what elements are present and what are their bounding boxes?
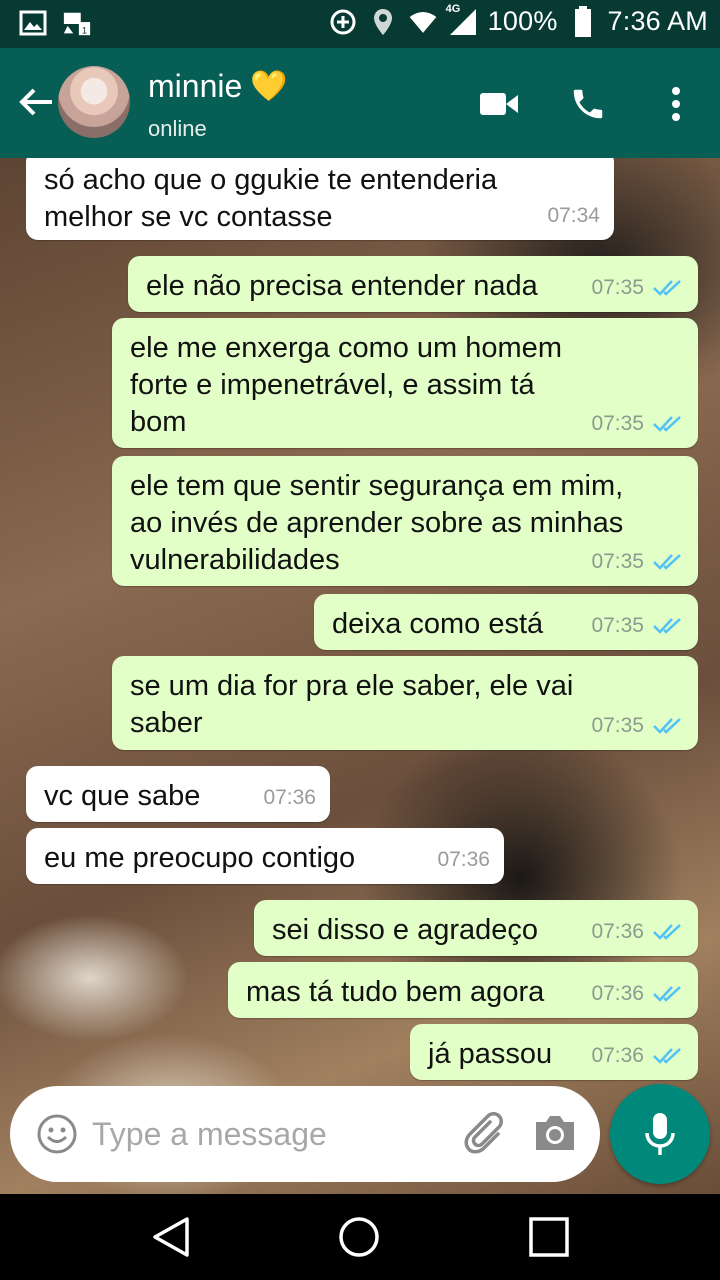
back-arrow-icon	[19, 88, 52, 116]
emoji-button[interactable]	[36, 1113, 78, 1155]
status-right-icons: 4G 100% 7:36 AM	[328, 3, 708, 37]
message-meta: 07:35	[591, 543, 684, 580]
message-input-bar	[10, 1086, 600, 1182]
read-ticks-icon	[653, 1047, 681, 1064]
message-meta: 07:35	[591, 405, 684, 442]
video-call-icon	[480, 93, 518, 115]
message-bubble[interactable]: deixa como está 07:35	[314, 594, 698, 650]
message-meta: 07:36	[437, 841, 490, 878]
message-bubble[interactable]: vc que sabe 07:36	[26, 766, 330, 822]
message-time: 07:35	[591, 550, 644, 573]
wifi-icon	[408, 7, 438, 37]
message-meta: 07:34	[547, 197, 600, 234]
circle-home-icon	[339, 1217, 379, 1257]
message-input[interactable]	[92, 1108, 452, 1160]
message-bubble[interactable]: já passou 07:36	[410, 1024, 698, 1080]
message-time: 07:36	[591, 982, 644, 1005]
message-time: 07:36	[263, 786, 316, 809]
phone-icon	[573, 89, 603, 119]
nav-back-button[interactable]	[146, 1212, 196, 1262]
network-type: 4G	[445, 2, 461, 15]
message-time: 07:35	[591, 276, 644, 299]
message-time: 07:35	[591, 412, 644, 435]
paperclip-icon	[464, 1112, 503, 1154]
more-options-button[interactable]	[652, 80, 700, 128]
nav-recents-button[interactable]	[524, 1212, 574, 1262]
message-meta: 07:36	[591, 1037, 684, 1074]
read-ticks-icon	[653, 985, 681, 1002]
read-ticks-icon	[653, 279, 681, 296]
chat-header: minnie 💛 online	[0, 48, 720, 158]
battery-icon	[568, 5, 598, 37]
message-bubble[interactable]: ele não precisa entender nada 07:35	[128, 256, 698, 312]
message-bubble[interactable]: mas tá tudo bem agora 07:36	[228, 962, 698, 1018]
message-text: só acho que o ggukie te entenderia melho…	[44, 164, 498, 233]
data-saver-icon	[328, 7, 358, 37]
message-meta: 07:35	[591, 269, 684, 306]
attach-button[interactable]	[462, 1112, 510, 1160]
voice-message-button[interactable]	[610, 1084, 710, 1184]
chat-area[interactable]: só acho que o ggukie te entenderia melho…	[0, 158, 720, 1194]
message-meta: 07:35	[591, 707, 684, 744]
message-bubble[interactable]: sei disso e agradeço 07:36	[254, 900, 698, 956]
video-call-button[interactable]	[476, 80, 524, 128]
contact-name[interactable]: minnie 💛	[148, 68, 288, 105]
message-bubble[interactable]: ele me enxerga como um homem forte e imp…	[112, 318, 698, 448]
message-time: 07:36	[591, 1044, 644, 1067]
more-vert-icon	[672, 87, 680, 121]
location-icon	[368, 7, 398, 37]
message-bubble[interactable]: só acho que o ggukie te entenderia melho…	[26, 158, 614, 240]
signal-icon: 4G	[446, 3, 478, 37]
read-ticks-icon	[653, 415, 681, 432]
message-time: 07:35	[591, 714, 644, 737]
square-recents-icon	[529, 1217, 569, 1257]
microphone-icon	[645, 1113, 675, 1155]
emoji-icon	[37, 1114, 77, 1154]
back-button[interactable]	[14, 80, 58, 124]
sim-icon: 1	[62, 8, 92, 38]
read-ticks-icon	[653, 717, 681, 734]
message-bubble[interactable]: eu me preocupo contigo 07:36	[26, 828, 504, 884]
message-meta: 07:36	[263, 779, 316, 816]
battery-percent: 100%	[487, 6, 558, 36]
message-time: 07:35	[591, 614, 644, 637]
message-meta: 07:36	[591, 913, 684, 950]
read-ticks-icon	[653, 617, 681, 634]
message-time: 07:36	[591, 920, 644, 943]
clock: 7:36 AM	[607, 6, 708, 36]
message-meta: 07:36	[591, 975, 684, 1012]
message-meta: 07:35	[591, 607, 684, 644]
message-time: 07:36	[437, 848, 490, 871]
read-ticks-icon	[653, 923, 681, 940]
contact-name-text: minnie	[148, 68, 243, 104]
contact-status: online	[148, 116, 207, 141]
camera-button[interactable]	[532, 1112, 580, 1160]
status-left-icons: 1	[18, 8, 92, 38]
image-icon	[18, 8, 48, 38]
triangle-back-icon	[153, 1217, 189, 1257]
voice-call-button[interactable]	[564, 80, 612, 128]
camera-icon	[536, 1116, 574, 1150]
nav-home-button[interactable]	[334, 1212, 384, 1262]
svg-text:1: 1	[82, 25, 87, 35]
message-bubble[interactable]: ele tem que sentir segurança em mim, ao …	[112, 456, 698, 586]
read-ticks-icon	[653, 553, 681, 570]
message-bubble[interactable]: se um dia for pra ele saber, ele vai sab…	[112, 656, 698, 750]
yellow-heart-icon: 💛	[250, 70, 288, 103]
avatar[interactable]	[58, 66, 130, 138]
status-bar: 1 4G 100% 7:36 AM	[0, 0, 720, 48]
message-time: 07:34	[547, 204, 600, 227]
message-text: eu me preocupo contigo	[44, 842, 356, 874]
system-navigation-bar	[0, 1194, 720, 1280]
